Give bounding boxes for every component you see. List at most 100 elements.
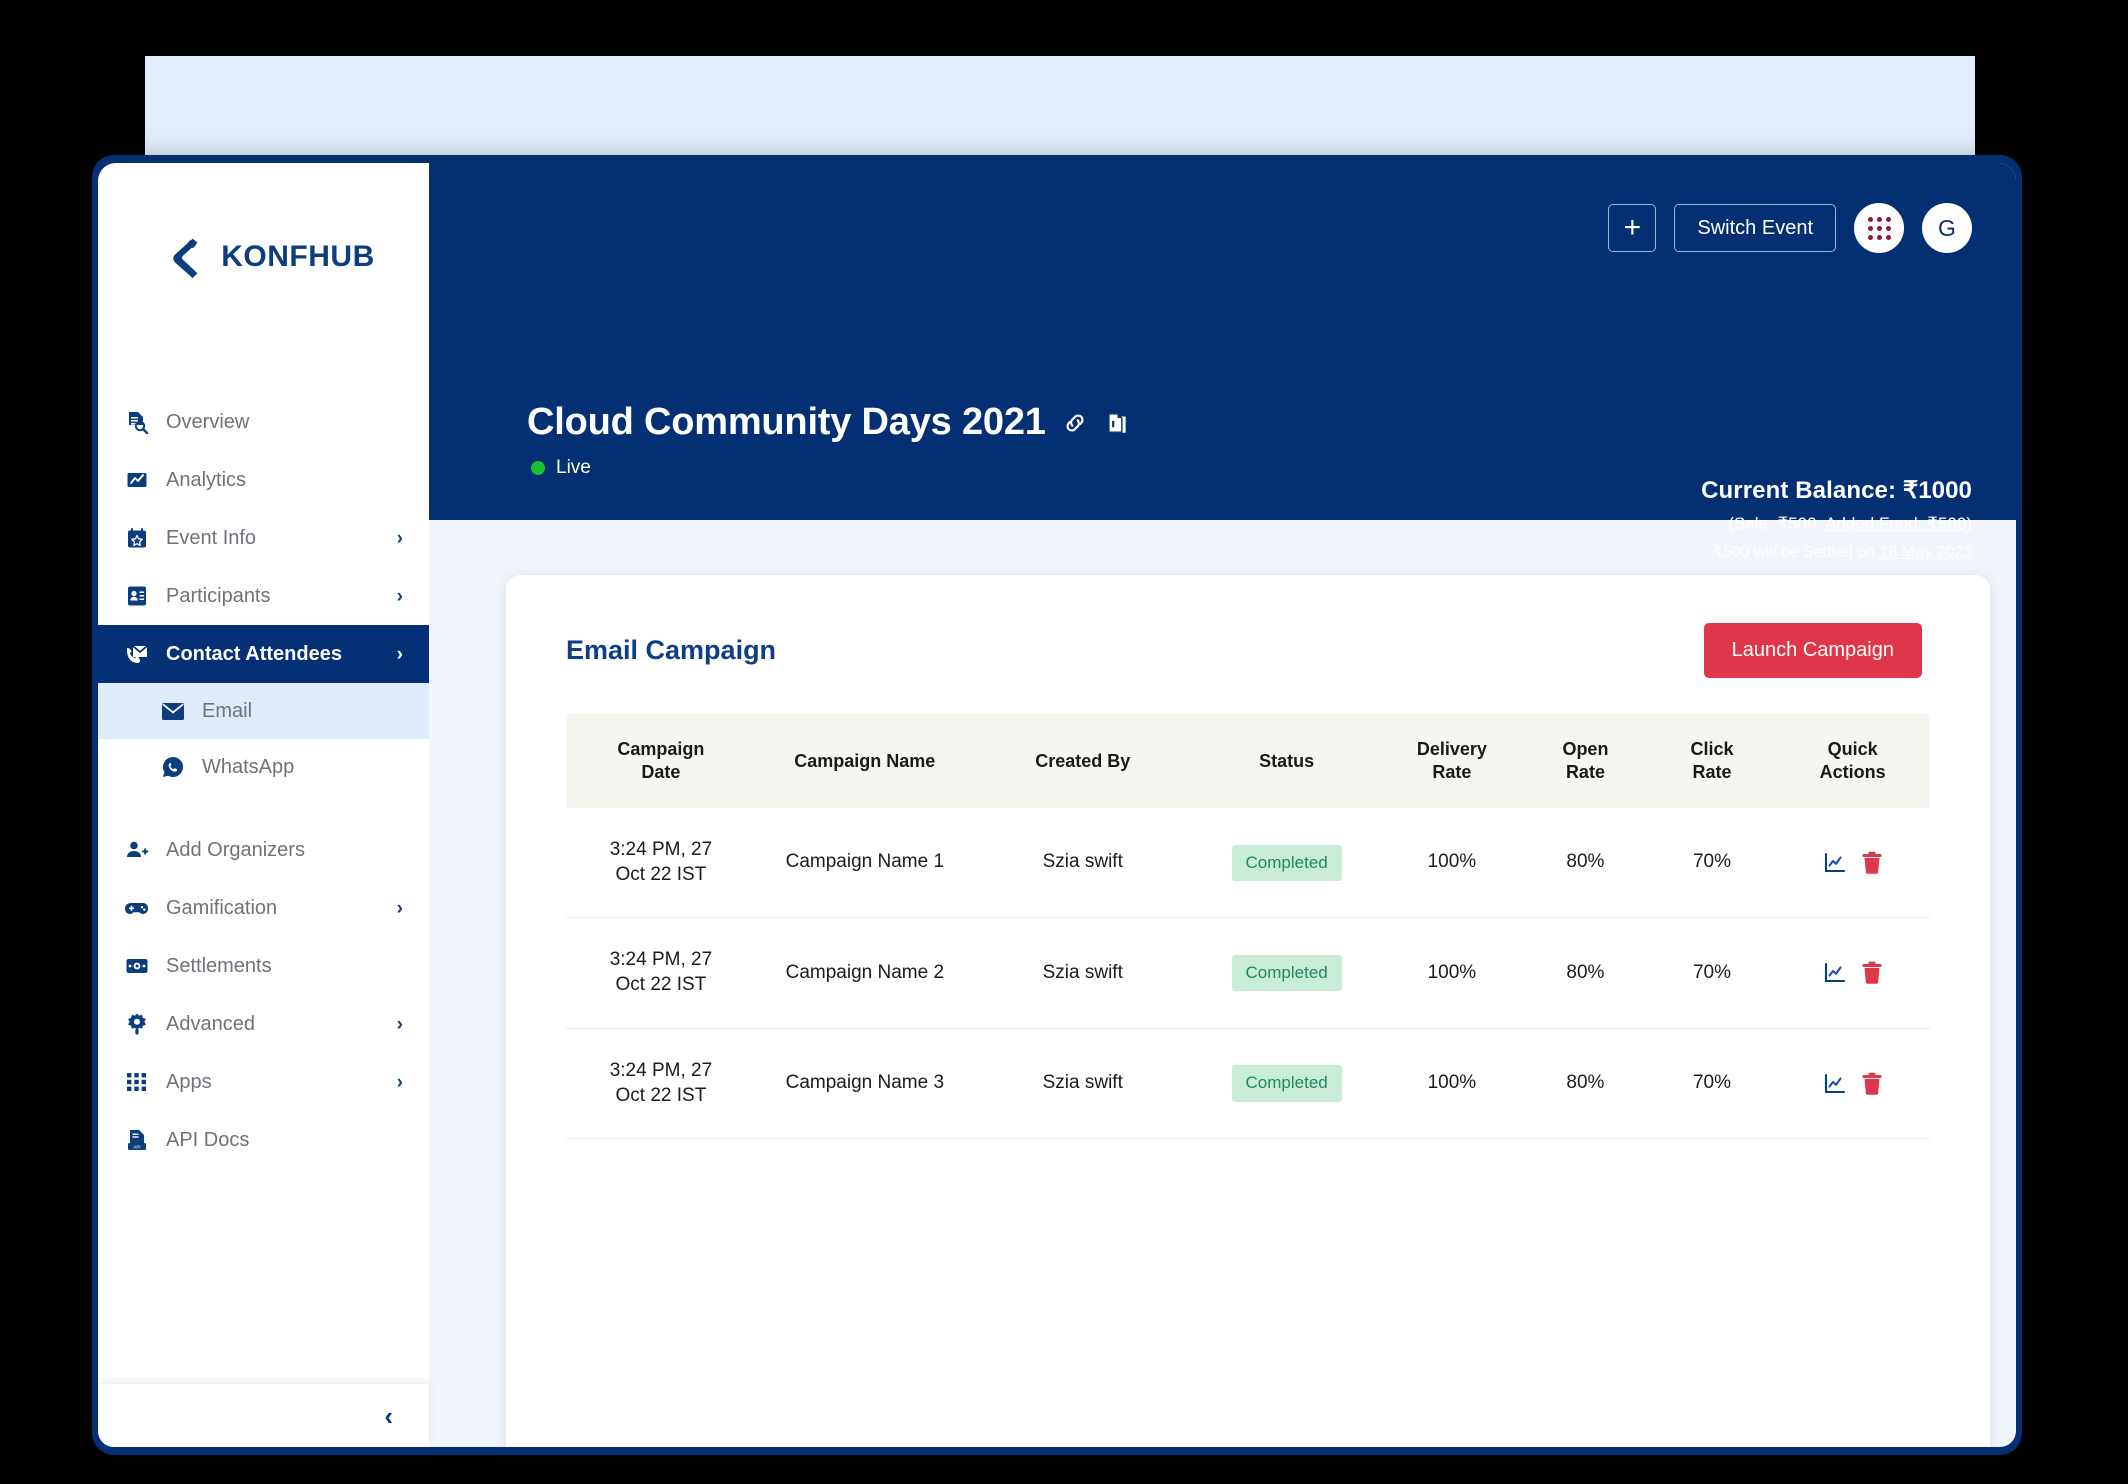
date-line: Oct 22 IST (615, 974, 707, 996)
cell-click-rate: 70% (1648, 917, 1776, 1029)
cell-status: Completed (1191, 917, 1382, 1029)
settlement-note: ₹500 will be Settled on 18 May 2023 (1701, 542, 1972, 562)
chevron-right-icon: › (396, 643, 403, 665)
sidebar-subitem-whatsapp[interactable]: WhatsApp (98, 739, 429, 795)
sidebar-item-settlements[interactable]: Settlements (98, 937, 429, 995)
delete-trash-icon[interactable] (1861, 1072, 1883, 1096)
sidebar-nav: Overview Analytics Event Info › Particip… (98, 351, 429, 1169)
user-plus-icon (124, 837, 150, 863)
money-card-icon (124, 953, 150, 979)
cell-status: Completed (1191, 808, 1382, 919)
header-line: Date (641, 762, 681, 783)
id-badge-icon (124, 583, 150, 609)
sidebar-item-label: API Docs (166, 1128, 250, 1151)
cell-created-by: Szia swift (973, 917, 1192, 1029)
settlement-date-link[interactable]: 18 May 2023 (1879, 544, 1972, 561)
settlement-prefix: ₹500 will be Settled on (1712, 544, 1880, 561)
column-header-created-by: Created By (1035, 750, 1131, 771)
header-line: Rate (1565, 762, 1605, 783)
avatar-letter: G (1938, 214, 1956, 241)
sidebar-item-gamification[interactable]: Gamification › (98, 879, 429, 937)
avatar[interactable]: G (1922, 203, 1972, 253)
sidebar-item-label: Analytics (166, 468, 247, 491)
delete-trash-icon[interactable] (1861, 961, 1883, 985)
cell-open-rate: 80% (1522, 1028, 1649, 1140)
gamepad-icon (124, 895, 150, 921)
copy-document-icon[interactable] (1104, 410, 1130, 436)
table-row[interactable]: 3:24 PM, 27 Oct 22 IST Campaign Name 2 S… (566, 917, 1930, 1029)
sidebar-item-label: Apps (166, 1070, 212, 1093)
sidebar-subitem-email[interactable]: Email (98, 683, 429, 739)
apps-grid-icon (1867, 216, 1891, 240)
sidebar-item-add-organizers[interactable]: Add Organizers (98, 821, 429, 879)
sidebar-item-label: Advanced (166, 1012, 255, 1035)
add-button[interactable]: + (1608, 204, 1657, 252)
sidebar-item-apps[interactable]: Apps › (98, 1053, 429, 1111)
switch-event-label: Switch Event (1697, 216, 1813, 239)
email-campaign-card: Email Campaign Launch Campaign Campaign … (506, 575, 1990, 1447)
chevron-left-icon: ‹ (384, 1400, 393, 1431)
added-fund-link[interactable]: Added Fund: ₹500 (1825, 514, 1966, 533)
cell-delivery-rate: 100% (1381, 917, 1523, 1029)
sidebar-item-label: Contact Attendees (166, 642, 342, 665)
analytics-chart-icon[interactable] (1823, 1072, 1847, 1096)
campaign-table: Campaign Date Campaign Name Created By S… (566, 714, 1930, 1140)
sidebar-collapse-button[interactable]: ‹ (98, 1383, 429, 1447)
sidebar-subitem-label: Email (202, 699, 253, 722)
sidebar-subitem-label: WhatsApp (202, 755, 295, 778)
header-line: Campaign (617, 739, 705, 759)
cell-quick-actions (1775, 808, 1930, 919)
event-title-block: Cloud Community Days 2021 Live (527, 401, 1130, 479)
balance-detail-prefix: (Sale: ₹500, (1728, 514, 1826, 533)
svg-text:API: API (133, 1144, 140, 1149)
column-header-click-rate: Click Rate (1649, 714, 1776, 808)
table-row[interactable]: 3:24 PM, 27 Oct 22 IST Campaign Name 1 S… (566, 808, 1930, 919)
cell-created-by: Szia swift (973, 808, 1192, 919)
chevron-right-icon: › (396, 1013, 403, 1035)
column-header-quick-actions: Quick Actions (1775, 714, 1930, 808)
chevron-right-icon: › (396, 897, 403, 919)
column-header-campaign-date: Campaign Date (566, 714, 756, 808)
sidebar-item-api-docs[interactable]: API API Docs (98, 1111, 429, 1169)
analytics-chart-icon[interactable] (1823, 851, 1847, 875)
status-badge: Completed (1231, 955, 1342, 992)
column-header-status: Status (1259, 750, 1315, 771)
sidebar-item-contact-attendees[interactable]: Contact Attendees › (98, 625, 429, 683)
status-dot-icon (531, 461, 545, 475)
analytics-chart-icon[interactable] (1823, 961, 1847, 985)
sidebar-item-advanced[interactable]: Advanced › (98, 995, 429, 1053)
whatsapp-icon (160, 755, 186, 779)
calendar-star-icon (124, 525, 150, 551)
app-window: KONFHUB Overview Analytics Event Info › … (92, 155, 2022, 1455)
apps-launcher-button[interactable] (1854, 203, 1904, 253)
cell-open-rate: 80% (1522, 808, 1649, 919)
column-header-campaign-name: Campaign Name (794, 750, 936, 771)
status-badge: Live (556, 457, 591, 478)
table-row[interactable]: 3:24 PM, 27 Oct 22 IST Campaign Name 3 S… (566, 1028, 1930, 1140)
sidebar-item-analytics[interactable]: Analytics (98, 451, 429, 509)
brand-name: KONFHUB (221, 240, 375, 273)
cell-status: Completed (1191, 1028, 1382, 1140)
sidebar-item-event-info[interactable]: Event Info › (98, 509, 429, 567)
sidebar-item-label: Gamification (166, 896, 278, 919)
card-title: Email Campaign (566, 635, 777, 665)
plus-icon: + (1623, 211, 1642, 244)
sidebar-item-label: Participants (166, 584, 271, 607)
gear-icon (124, 1011, 150, 1037)
event-status: Live (527, 457, 1130, 479)
brand-logo[interactable]: KONFHUB (98, 163, 429, 351)
chevron-right-icon: › (396, 527, 403, 549)
switch-event-button[interactable]: Switch Event (1674, 204, 1836, 252)
launch-campaign-button[interactable]: Launch Campaign (1703, 623, 1922, 678)
balance-detail-suffix: ) (1966, 514, 1972, 533)
card-header: Email Campaign Launch Campaign (506, 575, 1990, 678)
sidebar-item-label: Add Organizers (166, 838, 305, 861)
sidebar-item-label: Settlements (166, 954, 272, 977)
sidebar-item-participants[interactable]: Participants › (98, 567, 429, 625)
sidebar-item-overview[interactable]: Overview (98, 393, 429, 451)
table-header-row: Campaign Date Campaign Name Created By S… (566, 714, 1930, 809)
table-body: 3:24 PM, 27 Oct 22 IST Campaign Name 1 S… (566, 808, 1930, 1140)
delete-trash-icon[interactable] (1861, 851, 1883, 875)
link-icon[interactable] (1062, 410, 1088, 436)
